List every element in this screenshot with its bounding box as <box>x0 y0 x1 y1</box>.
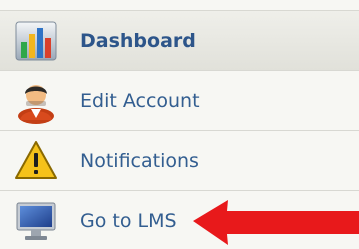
menu-item-go-to-lms[interactable]: Go to LMS <box>0 191 359 249</box>
sidebar-menu: Dashboard Edit Account Notifications Go … <box>0 0 359 249</box>
menu-item-label: Edit Account <box>80 90 200 112</box>
warning-icon <box>13 138 59 184</box>
monitor-icon <box>13 198 59 244</box>
menu-item-dashboard[interactable]: Dashboard <box>0 10 359 71</box>
menu-item-label: Dashboard <box>80 30 196 52</box>
menu-item-edit-account[interactable]: Edit Account <box>0 71 359 131</box>
menu-item-label: Notifications <box>80 150 199 172</box>
bar-chart-icon <box>13 18 59 64</box>
user-icon <box>13 78 59 124</box>
menu-item-notifications[interactable]: Notifications <box>0 131 359 191</box>
menu-item-label: Go to LMS <box>80 210 177 232</box>
